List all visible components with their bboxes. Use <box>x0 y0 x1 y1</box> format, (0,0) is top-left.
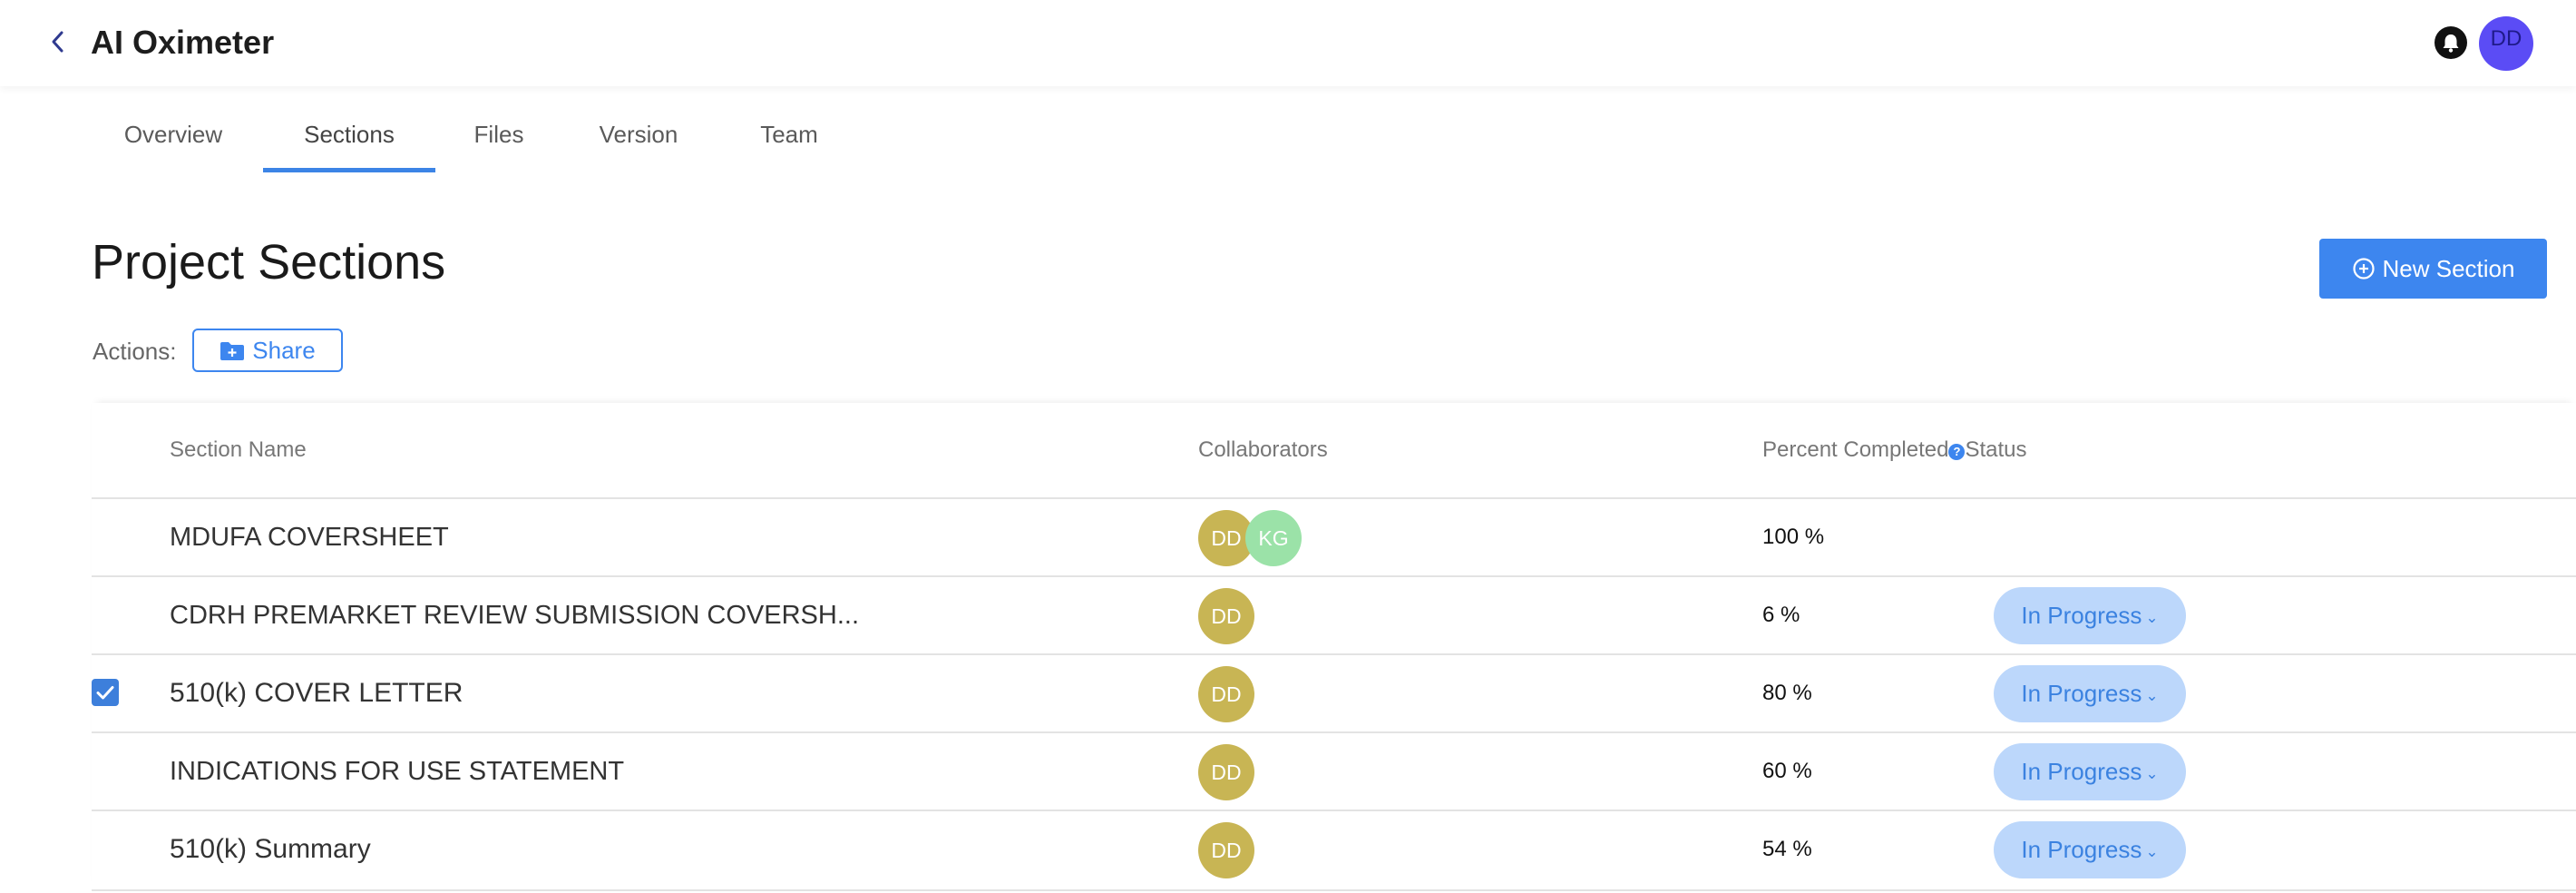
percent-completed: 80 % <box>1762 681 1812 705</box>
collaborator-avatar[interactable]: KG <box>1245 510 1302 566</box>
tab-files[interactable]: Files <box>458 100 540 172</box>
page-title: Project Sections <box>92 235 446 289</box>
status-dropdown[interactable]: In Progress ⌄ <box>1994 743 2186 800</box>
user-avatar[interactable]: DD <box>2479 16 2533 71</box>
percent-completed: 6 % <box>1762 603 1800 627</box>
top-bar: AI Oximeter DD <box>0 0 2576 86</box>
folder-plus-icon <box>220 342 245 360</box>
tab-team[interactable]: Team <box>751 100 827 172</box>
row-checkbox[interactable] <box>92 679 119 706</box>
column-header-section-name[interactable]: Section Name <box>170 437 307 463</box>
status-label: In Progress <box>2021 758 2142 785</box>
section-name[interactable]: CDRH PREMARKET REVIEW SUBMISSION COVERSH… <box>170 577 859 653</box>
table-row[interactable]: CDRH PREMARKET REVIEW SUBMISSION COVERSH… <box>92 575 2576 655</box>
chevron-down-icon: ⌄ <box>2145 609 2159 626</box>
status-dropdown[interactable]: In Progress ⌄ <box>1994 821 2186 878</box>
chevron-down-icon: ⌄ <box>2145 843 2159 860</box>
plus-circle-icon <box>2352 258 2375 280</box>
table-row[interactable]: 510(k) Summary DD 54 % In Progress ⌄ <box>92 810 2576 891</box>
notifications-button[interactable] <box>2435 26 2467 59</box>
section-name[interactable]: INDICATIONS FOR USE STATEMENT <box>170 733 624 810</box>
new-section-label: New Section <box>2382 255 2515 282</box>
section-name[interactable]: MDUFA COVERSHEET <box>170 499 449 575</box>
chevron-down-icon: ⌄ <box>2145 765 2159 782</box>
sections-table: Section Name Collaborators Percent Compl… <box>92 403 2576 893</box>
tab-version[interactable]: Version <box>591 100 686 172</box>
tab-overview[interactable]: Overview <box>91 100 256 172</box>
column-header-status[interactable]: Status <box>1965 437 2026 462</box>
collaborator-avatar[interactable]: DD <box>1198 588 1254 644</box>
actions-label: Actions: <box>93 338 177 365</box>
section-name[interactable]: 510(k) Summary <box>170 811 371 888</box>
status-label: In Progress <box>2021 680 2142 707</box>
column-header-percent-completed[interactable]: Percent Completed? Status <box>1762 437 2027 463</box>
bell-icon <box>2443 34 2459 53</box>
status-label: In Progress <box>2021 602 2142 629</box>
chevron-left-icon <box>52 31 63 53</box>
back-button[interactable] <box>42 22 73 62</box>
column-header-collaborators[interactable]: Collaborators <box>1198 437 1328 463</box>
table-row[interactable]: INDICATIONS FOR USE STATEMENT DD 60 % In… <box>92 731 2576 811</box>
new-section-button[interactable]: New Section <box>2319 239 2547 299</box>
collaborator-avatar[interactable]: DD <box>1198 666 1254 722</box>
percent-completed: 60 % <box>1762 759 1812 783</box>
app-title: AI Oximeter <box>91 24 275 61</box>
collaborator-avatar[interactable]: DD <box>1198 822 1254 878</box>
collaborator-avatar[interactable]: DD <box>1198 744 1254 800</box>
status-label: In Progress <box>2021 836 2142 863</box>
status-dropdown[interactable]: In Progress ⌄ <box>1994 587 2186 644</box>
table-row[interactable]: 510(k) COVER LETTER DD 80 % In Progress ⌄ <box>92 653 2576 733</box>
help-icon[interactable]: ? <box>1948 444 1966 460</box>
tab-sections[interactable]: Sections <box>263 100 435 172</box>
table-row[interactable]: MDUFA COVERSHEET DD KG 100 % <box>92 497 2576 577</box>
percent-completed: 100 % <box>1762 525 1825 549</box>
share-button[interactable]: Share <box>192 329 343 372</box>
status-dropdown[interactable]: In Progress ⌄ <box>1994 665 2186 722</box>
share-label: Share <box>252 337 316 364</box>
section-name[interactable]: 510(k) COVER LETTER <box>170 655 463 731</box>
checkmark-icon <box>96 686 114 700</box>
chevron-down-icon: ⌄ <box>2145 687 2159 704</box>
percent-completed-label: Percent Completed <box>1762 437 1949 462</box>
percent-completed: 54 % <box>1762 837 1812 861</box>
